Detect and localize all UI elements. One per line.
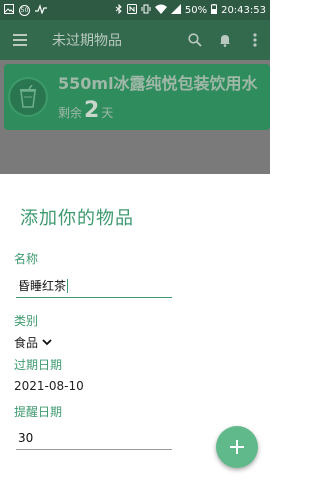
bluetooth-icon [115,3,123,17]
category-label: 类别 [14,314,39,328]
plus-icon [230,440,244,454]
category-value: 食品 [14,336,39,350]
expiry-date-field[interactable]: 2021-08-10 [14,379,84,393]
app-bar: 未过期物品 [0,20,270,60]
notifications-button[interactable] [210,20,240,60]
category-dropdown[interactable]: 食品 [14,334,52,351]
item-remaining: 剩余2 天 [58,98,113,123]
drink-cup-icon [20,85,36,108]
image-icon [4,3,14,17]
menu-icon [13,34,27,46]
remind-label: 提醒日期 [14,405,63,419]
menu-button[interactable] [0,20,40,60]
text-cursor [67,278,69,293]
search-button[interactable] [180,20,210,60]
remain-prefix: 剩余 [58,106,83,120]
remind-days-input[interactable]: 30 [16,426,172,450]
chevron-down-icon [42,339,52,346]
name-label: 名称 [14,252,39,266]
item-thumbnail [8,77,48,117]
nfc-icon [126,3,137,17]
remain-suffix: 天 [101,106,114,120]
add-item-sheet: 添加你的物品 名称 昏睡红茶 类别 食品 过期日期 2021-08-10 提醒日… [0,174,270,480]
add-fab-button[interactable] [216,426,258,468]
clock: 20:43:53 [221,4,266,16]
wifi-icon [154,4,167,17]
notification-count-badge: 50 [19,4,30,16]
name-input[interactable]: 昏睡红茶 [16,274,172,298]
bell-icon [220,35,230,47]
vibrate-icon [141,4,151,17]
activity-icon [35,3,47,17]
remain-days: 2 [84,98,100,123]
search-icon [188,33,202,47]
more-icon [253,33,257,47]
name-input-value: 昏睡红茶 [18,279,67,293]
sheet-title: 添加你的物品 [20,208,134,229]
battery-icon [211,3,218,17]
status-bar: 50 50% 20:43:53 [0,0,270,20]
signal-icon [170,3,181,17]
remind-input-value: 30 [18,430,34,445]
app-title: 未过期物品 [52,33,122,49]
expiry-label: 过期日期 [14,358,63,372]
item-name: 550ml冰露纯悦包装饮用水 [58,74,258,93]
battery-percent: 50% [184,4,208,16]
more-options-button[interactable] [240,20,270,60]
item-card[interactable]: 550ml冰露纯悦包装饮用水 剩余2 天 [4,64,270,130]
